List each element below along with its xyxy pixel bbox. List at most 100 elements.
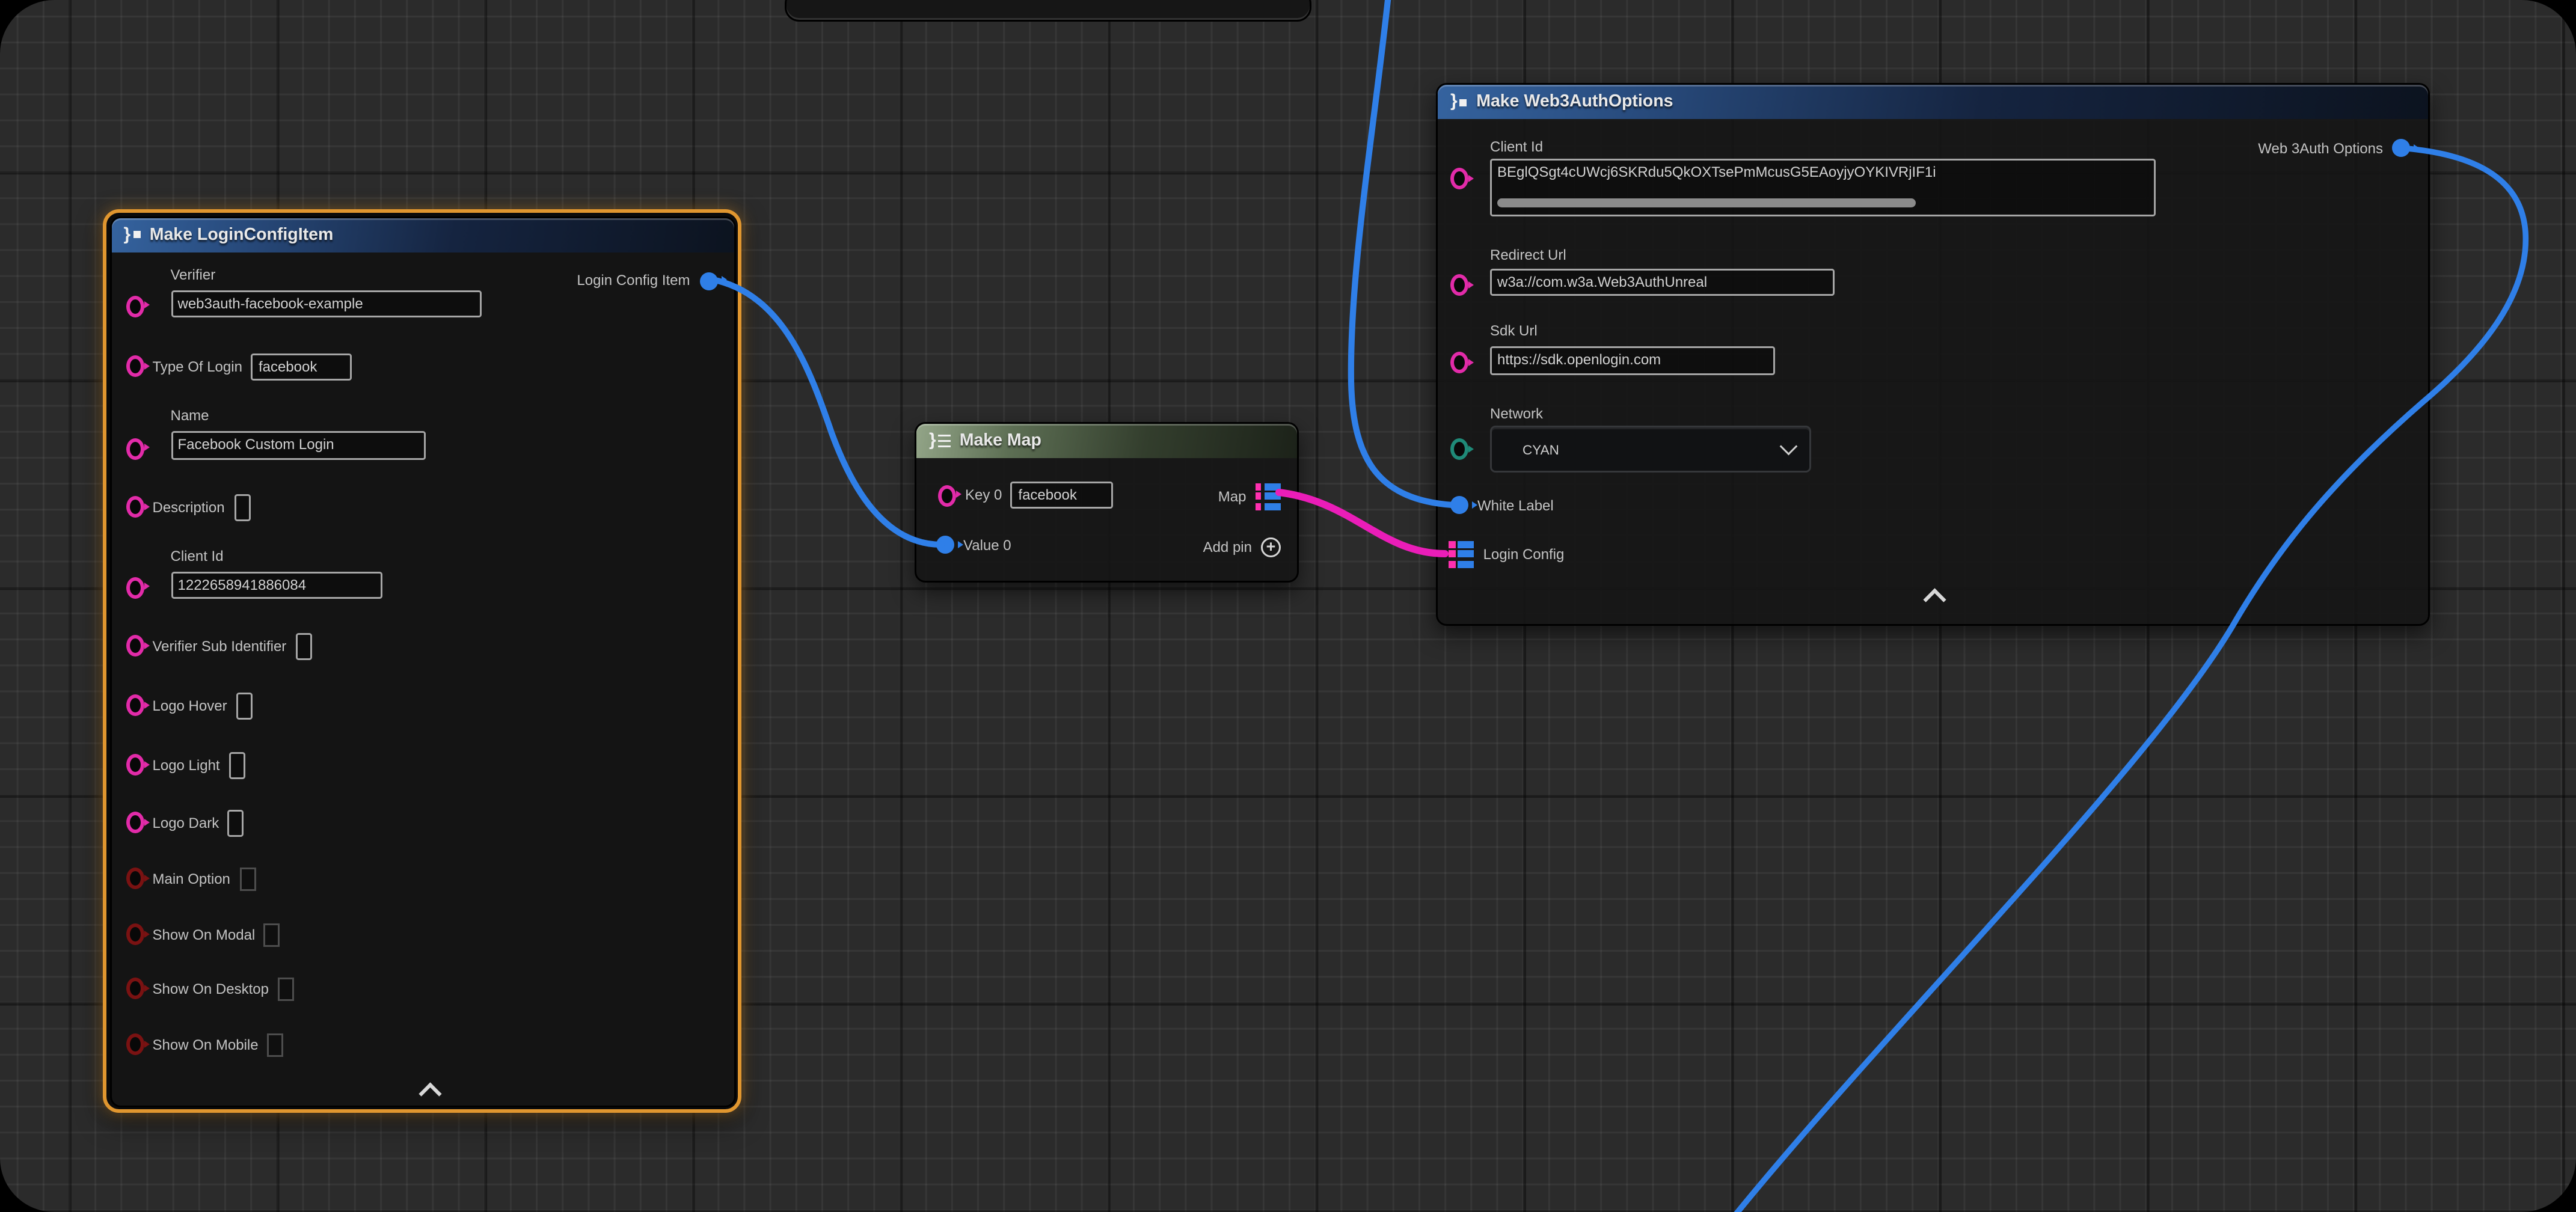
white-label-pin[interactable] — [1450, 496, 1468, 514]
login-config-item-output-pin[interactable] — [699, 272, 717, 290]
description-row: Description — [126, 494, 250, 521]
logo-light-row: Logo Light — [126, 751, 245, 779]
verifier-sub-identifier-pin[interactable] — [126, 635, 144, 656]
login-config-label: Login Config — [1483, 546, 1565, 562]
sdk-url-label: Sdk Url — [1490, 323, 1538, 339]
wire-map-to-loginconfig[interactable] — [1279, 492, 1445, 554]
client-id-input[interactable]: 1222658941886084 — [171, 571, 382, 598]
map-output-pin[interactable] — [1255, 483, 1281, 510]
type-of-login-input[interactable]: facebook — [251, 353, 352, 380]
main-option-checkbox[interactable] — [239, 867, 256, 890]
main-option-row: Main Option — [126, 867, 256, 890]
client-id-horizontal-scrollbar[interactable] — [1497, 198, 1916, 207]
verifier-sub-identifier-row: Verifier Sub Identifier — [126, 632, 312, 660]
type-of-login-label: Type Of Login — [153, 358, 242, 375]
redirect-url-label: Redirect Url — [1490, 247, 1566, 263]
logo-hover-input[interactable] — [236, 692, 253, 719]
name-label: Name — [171, 407, 209, 423]
blueprint-graph-stage: } Make LoginConfigItem Login Config Item… — [0, 0, 2576, 1212]
verifier-input[interactable]: web3auth-facebook-example — [171, 290, 481, 317]
node-make-web3authoptions[interactable]: } Make Web3AuthOptions Web 3Auth Options… — [1436, 83, 2430, 626]
web3auth-options-output-pin[interactable] — [2392, 139, 2410, 157]
sdk-url-pin[interactable] — [1450, 352, 1468, 373]
node-make-map[interactable]: } Make Map Key 0 facebook Map Value 0 Ad… — [915, 422, 1299, 583]
add-pin-icon[interactable]: + — [1261, 537, 1281, 557]
collapse-chevron-icon[interactable] — [1923, 588, 1946, 611]
map-output-label: Map — [1218, 488, 1247, 504]
show-on-desktop-row: Show On Desktop — [126, 977, 294, 1000]
main-option-label: Main Option — [153, 871, 230, 887]
node-header[interactable]: } Make Web3AuthOptions — [1438, 85, 2428, 119]
client-id-pin[interactable] — [1450, 168, 1468, 189]
verifier-pin[interactable] — [126, 295, 144, 317]
wire-loginconfigitem-to-value0[interactable] — [713, 280, 942, 545]
node-title: Make Map — [960, 431, 1041, 451]
login-config-row: Login Config — [1449, 541, 1564, 568]
type-of-login-row: Type Of Login facebook — [126, 353, 352, 380]
logo-hover-label: Logo Hover — [153, 697, 227, 714]
add-pin-label: Add pin — [1203, 539, 1252, 556]
collapse-chevron-icon[interactable] — [418, 1082, 441, 1104]
name-input[interactable]: Facebook Custom Login — [171, 430, 425, 459]
show-on-modal-pin[interactable] — [126, 923, 144, 945]
node-header[interactable]: } Make Map — [916, 424, 1297, 458]
logo-dark-input[interactable] — [228, 809, 244, 836]
offscreen-node-edge[interactable] — [785, 0, 1311, 22]
show-on-mobile-pin[interactable] — [126, 1033, 144, 1055]
logo-light-input[interactable] — [229, 751, 245, 779]
network-label: Network — [1490, 406, 1543, 422]
make-map-icon: } — [929, 431, 951, 451]
show-on-desktop-checkbox[interactable] — [278, 977, 294, 1000]
description-label: Description — [153, 499, 225, 515]
add-pin-row[interactable]: Add pin + — [1203, 537, 1281, 557]
node-title: Make LoginConfigItem — [150, 225, 334, 245]
value-0-label: Value 0 — [963, 537, 1011, 553]
key-0-row: Key 0 facebook — [938, 482, 1114, 509]
client-id-input[interactable]: BEglQSgt4cUWcj6SKRdu5QkOXTsePmMcusG5EAoy… — [1490, 159, 2156, 216]
show-on-mobile-checkbox[interactable] — [268, 1033, 284, 1056]
description-pin[interactable] — [126, 496, 144, 518]
white-label-label: White Label — [1477, 497, 1554, 513]
main-option-pin[interactable] — [126, 868, 144, 889]
name-pin[interactable] — [126, 438, 144, 459]
sdk-url-input[interactable]: https://sdk.openlogin.com — [1490, 346, 1775, 375]
show-on-modal-label: Show On Modal — [153, 926, 256, 943]
show-on-modal-row: Show On Modal — [126, 923, 281, 946]
node-header[interactable]: } Make LoginConfigItem — [111, 218, 734, 252]
network-dropdown[interactable]: CYAN — [1490, 426, 1811, 473]
logo-light-pin[interactable] — [126, 754, 144, 776]
output-pin-row: Login Config Item — [577, 272, 717, 290]
redirect-url-pin[interactable] — [1450, 274, 1468, 296]
network-pin[interactable] — [1450, 438, 1468, 460]
verifier-label: Verifier — [171, 266, 216, 283]
blueprint-graph-canvas[interactable]: } Make LoginConfigItem Login Config Item… — [0, 0, 2576, 1212]
type-of-login-pin[interactable] — [126, 355, 144, 377]
output-pin-row: Web 3Auth Options — [2258, 139, 2410, 157]
client-id-label: Client Id — [171, 548, 224, 564]
verifier-sub-identifier-label: Verifier Sub Identifier — [153, 638, 287, 654]
logo-hover-row: Logo Hover — [126, 692, 253, 719]
node-make-loginconfigitem-selection: } Make LoginConfigItem Login Config Item… — [103, 209, 741, 1113]
verifier-sub-identifier-input[interactable] — [295, 632, 311, 660]
description-input[interactable] — [234, 494, 250, 521]
node-make-loginconfigitem[interactable]: } Make LoginConfigItem Login Config Item… — [109, 216, 735, 1107]
logo-hover-pin[interactable] — [126, 694, 144, 716]
output-pin-label: Login Config Item — [577, 272, 690, 289]
login-config-pin[interactable] — [1449, 541, 1474, 568]
make-struct-icon: } — [124, 225, 141, 245]
show-on-mobile-row: Show On Mobile — [126, 1033, 284, 1056]
web3auth-options-output-label: Web 3Auth Options — [2258, 140, 2383, 156]
redirect-url-input[interactable]: w3a://com.w3a.Web3AuthUnreal — [1490, 269, 1835, 296]
show-on-modal-checkbox[interactable] — [264, 923, 280, 946]
node-title: Make Web3AuthOptions — [1476, 92, 1673, 112]
logo-dark-pin[interactable] — [126, 812, 144, 833]
map-output-row: Map — [1218, 483, 1281, 510]
key-0-pin[interactable] — [938, 485, 956, 506]
logo-dark-row: Logo Dark — [126, 809, 245, 836]
client-id-pin[interactable] — [126, 577, 144, 598]
key-0-input[interactable]: facebook — [1011, 482, 1114, 509]
show-on-mobile-label: Show On Mobile — [153, 1036, 259, 1053]
value-0-pin[interactable] — [936, 536, 954, 554]
logo-light-label: Logo Light — [153, 757, 220, 773]
show-on-desktop-pin[interactable] — [126, 978, 144, 999]
